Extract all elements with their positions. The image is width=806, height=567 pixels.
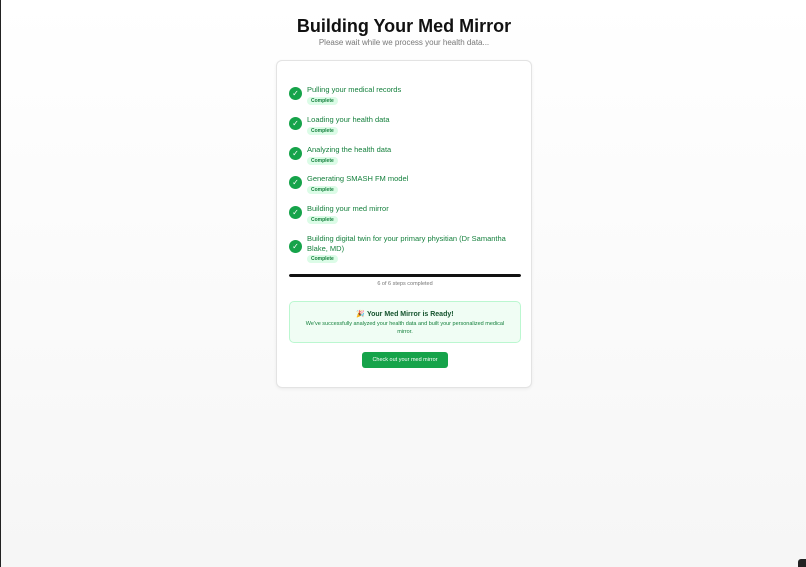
progress-bar-fill (289, 274, 521, 277)
step-label: Pulling your medical records (307, 85, 402, 94)
ready-title-text: Your Med Mirror is Ready! (366, 311, 454, 318)
step-item: ✓ Building digital twin for your primary… (289, 234, 521, 264)
step-label: Building your med mirror (307, 204, 389, 213)
check-circle-icon: ✓ (289, 206, 302, 219)
ready-panel: 🎉 Your Med Mirror is Ready! We've succes… (289, 301, 521, 343)
status-badge: Complete (307, 97, 338, 105)
check-circle-icon: ✓ (289, 147, 302, 160)
ready-message: We've successfully analyzed your health … (305, 321, 505, 335)
ready-title: 🎉 Your Med Mirror is Ready! (290, 310, 520, 318)
page-title: Building Your Med Mirror (296, 16, 512, 36)
status-badge: Complete (307, 157, 338, 165)
check-out-med-mirror-button[interactable]: Check out your med mirror (362, 352, 448, 368)
check-circle-icon: ✓ (289, 176, 302, 189)
status-badge: Complete (307, 127, 338, 135)
step-item: ✓ Building your med mirror Complete (289, 204, 521, 224)
step-item: ✓ Generating SMASH FM model Complete (289, 174, 521, 194)
step-item: ✓ Analyzing the health data Complete (289, 145, 521, 165)
progress-card: ✓ Pulling your medical records Complete … (276, 60, 532, 388)
page-subtitle: Please wait while we process your health… (318, 38, 490, 47)
progress-bar (289, 274, 521, 277)
progress-text: 6 of 6 steps completed (377, 281, 433, 287)
status-badge: Complete (307, 216, 338, 224)
status-badge: Complete (307, 186, 338, 194)
window-corner (798, 559, 806, 567)
party-popper-icon: 🎉 (356, 311, 366, 318)
step-item: ✓ Loading your health data Complete (289, 115, 521, 135)
step-label: Building digital twin for your primary p… (307, 234, 506, 253)
step-label: Loading your health data (307, 115, 390, 124)
step-item: ✓ Pulling your medical records Complete (289, 85, 521, 105)
check-circle-icon: ✓ (289, 87, 302, 100)
step-label: Analyzing the health data (307, 145, 392, 154)
check-circle-icon: ✓ (289, 240, 302, 253)
page: Building Your Med Mirror Please wait whi… (0, 0, 806, 567)
check-circle-icon: ✓ (289, 117, 302, 130)
status-badge: Complete (307, 255, 338, 263)
step-label: Generating SMASH FM model (307, 174, 409, 183)
